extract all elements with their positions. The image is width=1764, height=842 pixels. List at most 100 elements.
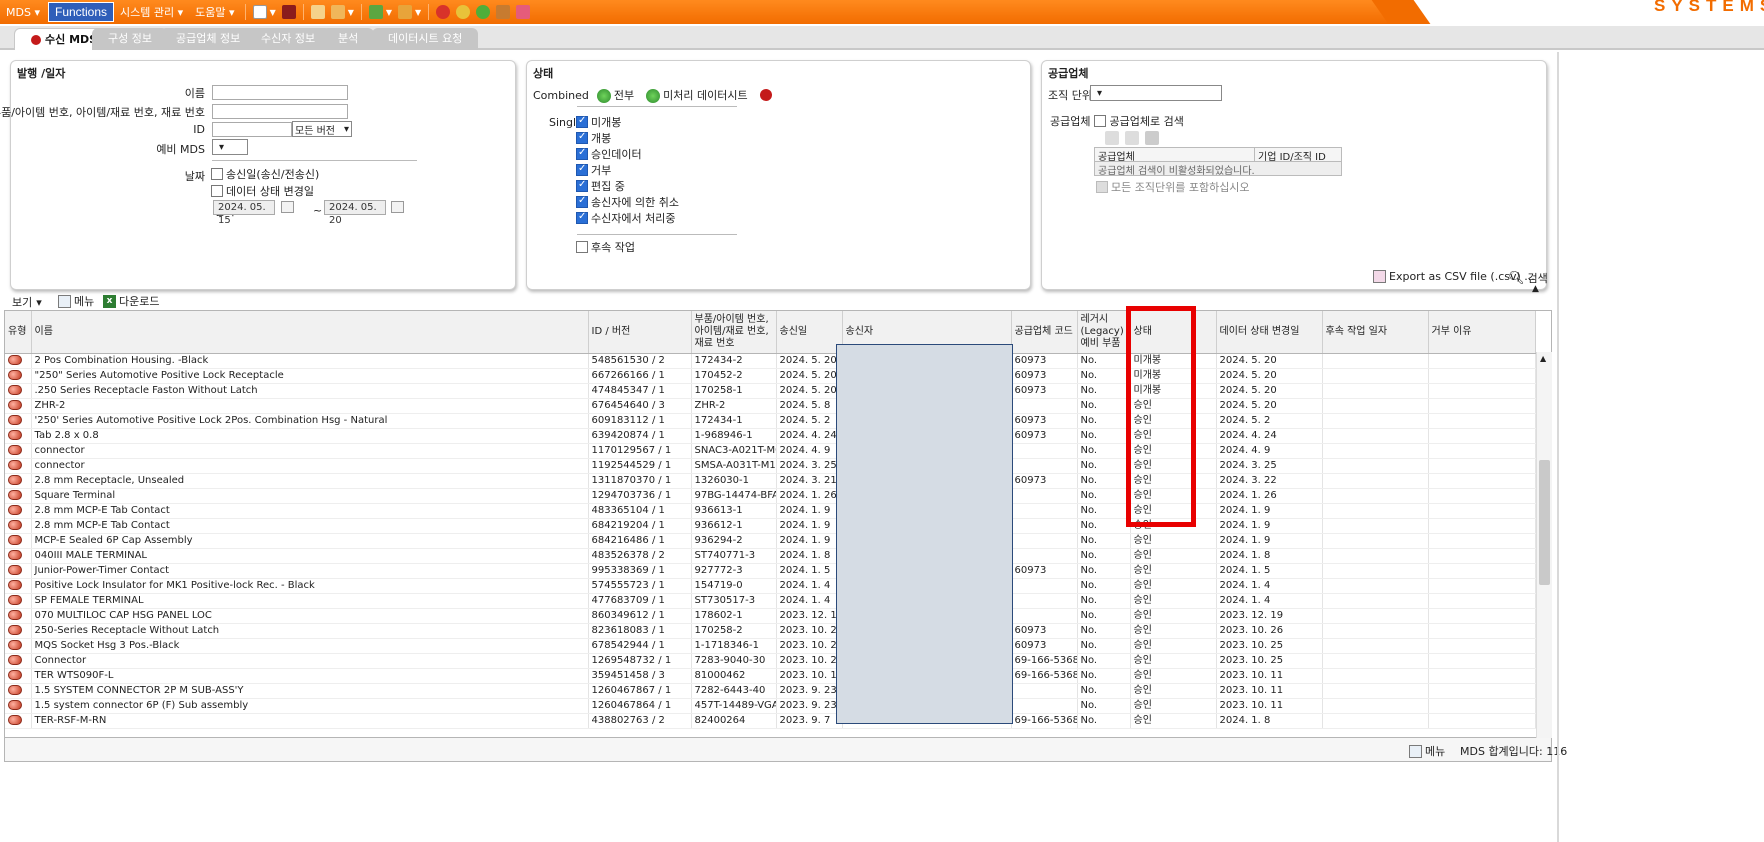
save-icon[interactable] [281, 5, 296, 19]
checkbox[interactable] [1094, 115, 1107, 127]
checkbox[interactable] [576, 195, 588, 208]
footer-menu-button[interactable]: 메뉴 [1409, 743, 1445, 759]
table-row[interactable]: 2.8 mm Receptacle, Unsealed 1311870370 / … [5, 473, 1536, 489]
menu-help[interactable]: 도움말 ▾ [189, 4, 240, 20]
table-row[interactable]: Tab 2.8 x 0.8 639420874 / 1 1-968946-1 2024… [5, 428, 1536, 444]
tab-recipient-info[interactable]: 수신자 정보 [245, 28, 332, 50]
checkbox[interactable] [576, 131, 588, 144]
table-row[interactable]: 1.5 system connector 6P (F) Sub assembly… [5, 698, 1536, 714]
new-document-icon[interactable] [252, 5, 267, 19]
date-to-input[interactable]: 2024. 05. 20 [324, 200, 386, 226]
table-row[interactable]: .250 Series Receptacle Faston Without La… [5, 383, 1536, 399]
column-header[interactable]: 송신일 [776, 311, 843, 354]
table-row[interactable]: 040III MALE TERMINAL 483526378 / 2 ST74077… [5, 548, 1536, 564]
checkbox[interactable] [211, 185, 223, 197]
download-button[interactable]: x 다운로드 [103, 293, 159, 309]
rejected-icon[interactable] [759, 89, 772, 101]
table-row[interactable]: TER-RSF-M-RN 438802763 / 2 82400264 2023. 9… [5, 713, 1536, 729]
table-row[interactable]: Connector 1269548732 / 1 7283-9040-30 2023.… [5, 653, 1536, 669]
tab-configuration[interactable]: 구성 정보 [92, 28, 168, 50]
column-header[interactable]: 공급업체 코드 [1011, 311, 1078, 354]
chevron-down-icon[interactable]: ▼ [270, 8, 276, 17]
all-button[interactable]: 전부 [596, 87, 634, 103]
menu-system-admin[interactable]: 시스템 관리 ▾ [114, 4, 189, 20]
date-option-status[interactable]: 데이터 상태 변경일 [211, 183, 314, 199]
checkbox[interactable] [576, 211, 588, 224]
table-row[interactable]: 250-Series Receptacle Without Latch 82361… [5, 623, 1536, 639]
calendar-icon[interactable] [281, 201, 294, 213]
menu-button[interactable]: 메뉴 [58, 293, 94, 309]
chevron-down-icon[interactable]: ▼ [386, 8, 392, 17]
table-row[interactable]: 2 Pos Combination Housing. -Black 5485615… [5, 353, 1536, 369]
tree-icon[interactable] [330, 5, 345, 19]
chevron-down-icon[interactable]: ▼ [415, 8, 421, 17]
column-header[interactable]: 부품/아이템 번호, 아이템/재료 번호, 재료 번호 [691, 311, 777, 354]
import-icon[interactable] [368, 5, 383, 19]
table-row[interactable]: 070 MULTILOC CAP HSG PANEL LOC 860349612 … [5, 608, 1536, 624]
status-option[interactable]: 승인데이터 [576, 146, 679, 162]
column-header[interactable]: 유형 [5, 311, 32, 354]
checkbox[interactable] [576, 147, 588, 160]
preliminary-select[interactable] [212, 139, 248, 155]
status-option[interactable]: 수신자에서 처리중 [576, 210, 679, 226]
column-header[interactable]: 데이터 상태 변경일 [1216, 311, 1323, 354]
collapse-icon[interactable]: ▲ [1532, 284, 1539, 294]
stop-icon[interactable] [436, 5, 451, 19]
tab-supplier-info[interactable]: 공급업체 정보 [160, 28, 257, 50]
export-icon[interactable] [398, 5, 413, 19]
followup-option[interactable]: 후속 작업 [576, 239, 635, 255]
status-option[interactable]: 거부 [576, 162, 679, 178]
calendar-icon[interactable] [391, 201, 404, 213]
checkbox[interactable] [576, 115, 588, 128]
checkbox[interactable] [576, 241, 588, 253]
status-option[interactable]: 편집 중 [576, 178, 679, 194]
flask-icon[interactable] [516, 5, 531, 19]
table-row[interactable]: connector1170129567 / 1SNAC3-A021T-M0...… [5, 443, 1536, 459]
table-row[interactable]: connector1192544529 / 1SMSA-A031T-M1.220… [5, 458, 1536, 474]
globe-icon[interactable] [456, 5, 471, 19]
vertical-scrollbar[interactable]: ▲ [1536, 352, 1552, 738]
date-option-sent[interactable]: 송신일(송신/전송신) [211, 166, 319, 182]
id-input[interactable] [212, 122, 292, 137]
network-icon[interactable] [476, 5, 491, 19]
table-row[interactable]: "250" Series Automotive Positive Lock Re… [5, 368, 1536, 384]
view-menu[interactable]: 보기 ▾ [12, 294, 42, 310]
status-option[interactable]: 송신자에 의한 취소 [576, 194, 679, 210]
table-row[interactable]: '250' Series Automotive Positive Lock 2P… [5, 413, 1536, 429]
add-icon[interactable] [1105, 131, 1119, 145]
save-icon[interactable] [1145, 131, 1159, 145]
chevron-down-icon[interactable]: ▼ [348, 8, 354, 17]
table-row[interactable]: 2.8 mm MCP-E Tab Contact 684219204 / 1 936… [5, 518, 1536, 534]
column-header[interactable]: 거부 이유 [1428, 311, 1536, 354]
table-row[interactable]: 2.8 mm MCP-E Tab Contact 483365104 / 1 936… [5, 503, 1536, 519]
checkbox[interactable] [211, 168, 223, 180]
checkbox[interactable] [576, 163, 588, 176]
menu-mds[interactable]: MDS ▾ [0, 6, 46, 19]
table-row[interactable]: TER WTS090F-L 359451458 / 3 81000462 2023. … [5, 668, 1536, 684]
column-header[interactable]: 레거시 (Legacy) 예비 부품 [1077, 311, 1131, 354]
tab-datasheet-request[interactable]: 데이터시트 요청 [372, 28, 479, 50]
date-from-input[interactable]: 2024. 05. 15 [213, 200, 275, 226]
menu-functions[interactable]: Functions [47, 2, 115, 22]
tab-analysis[interactable]: 분석 [322, 28, 375, 50]
checkbox[interactable] [576, 179, 588, 192]
status-option[interactable]: 미개봉 [576, 114, 679, 130]
part-input[interactable] [212, 104, 348, 119]
table-row[interactable]: Positive Lock Insulator for MK1 Positive… [5, 578, 1536, 594]
hand-icon[interactable] [496, 5, 511, 19]
version-select[interactable]: 모든 버전 [292, 121, 352, 137]
column-header[interactable]: 후속 작업 일자 [1322, 311, 1429, 354]
edit-icon[interactable] [310, 5, 325, 19]
table-row[interactable]: ZHR-2 676454640 / 3 ZHR-2 2024. 5. 8 No. 승인 20… [5, 398, 1536, 414]
table-row[interactable]: Junior-Power-Timer Contact 995338369 / 19… [5, 563, 1536, 579]
status-option[interactable]: 개봉 [576, 130, 679, 146]
table-row[interactable]: MQS Socket Hsg 3 Pos.-Black 678542944 / 1… [5, 638, 1536, 654]
remove-icon[interactable] [1125, 131, 1139, 145]
table-row[interactable]: MCP-E Sealed 6P Cap Assembly 684216486 / … [5, 533, 1536, 549]
table-row[interactable]: SP FEMALE TERMINAL 477683709 / 1 ST730517-… [5, 593, 1536, 609]
unprocessed-button[interactable]: 미처리 데이터시트 [646, 87, 748, 103]
column-header[interactable]: ID / 버전 [588, 311, 692, 354]
column-header[interactable]: 이름 [31, 311, 589, 354]
name-input[interactable] [212, 85, 348, 100]
org-unit-select[interactable] [1090, 85, 1222, 101]
